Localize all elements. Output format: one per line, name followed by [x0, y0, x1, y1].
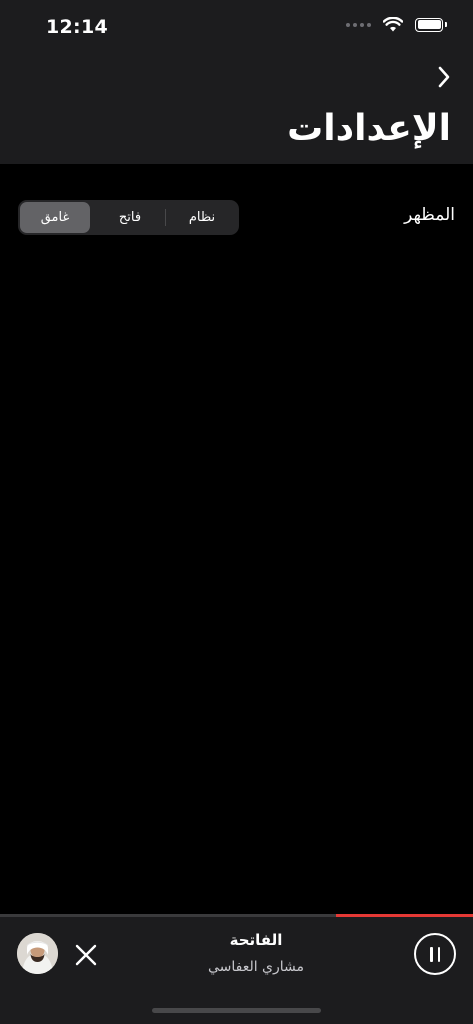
- navigation-header: 12:14 الإعدادات: [0, 0, 473, 164]
- reciter-portrait-icon: [17, 933, 58, 974]
- cellular-dots-icon: [346, 22, 371, 27]
- segment-system[interactable]: نظام: [167, 202, 237, 233]
- mini-player[interactable]: الفاتحة مشاري العفاسي: [0, 914, 473, 1024]
- segment-dark[interactable]: غامق: [20, 202, 90, 233]
- close-icon: [75, 944, 97, 966]
- status-icons: [346, 17, 447, 32]
- track-title: الفاتحة: [229, 931, 283, 949]
- track-artist: مشاري العفاسي: [207, 959, 305, 975]
- chevron-right-icon: [438, 66, 450, 88]
- pause-button[interactable]: [414, 933, 456, 975]
- battery-icon: [415, 17, 447, 32]
- reciter-avatar: [17, 933, 58, 974]
- appearance-label: المظهر: [404, 205, 455, 225]
- segment-light[interactable]: فاتح: [95, 202, 165, 233]
- wifi-icon: [383, 17, 403, 32]
- segment-divider: [165, 209, 166, 226]
- home-indicator: [152, 1008, 321, 1013]
- appearance-segmented-control: نظام فاتح غامق: [18, 200, 239, 235]
- back-button[interactable]: [433, 62, 455, 92]
- progress-track: [0, 914, 473, 917]
- page-title: الإعدادات: [287, 108, 451, 149]
- close-player-button[interactable]: [74, 943, 98, 967]
- pause-icon: [430, 946, 433, 962]
- pause-icon-bar: [437, 946, 440, 962]
- status-time: 12:14: [46, 16, 108, 38]
- progress-fill: [335, 914, 473, 917]
